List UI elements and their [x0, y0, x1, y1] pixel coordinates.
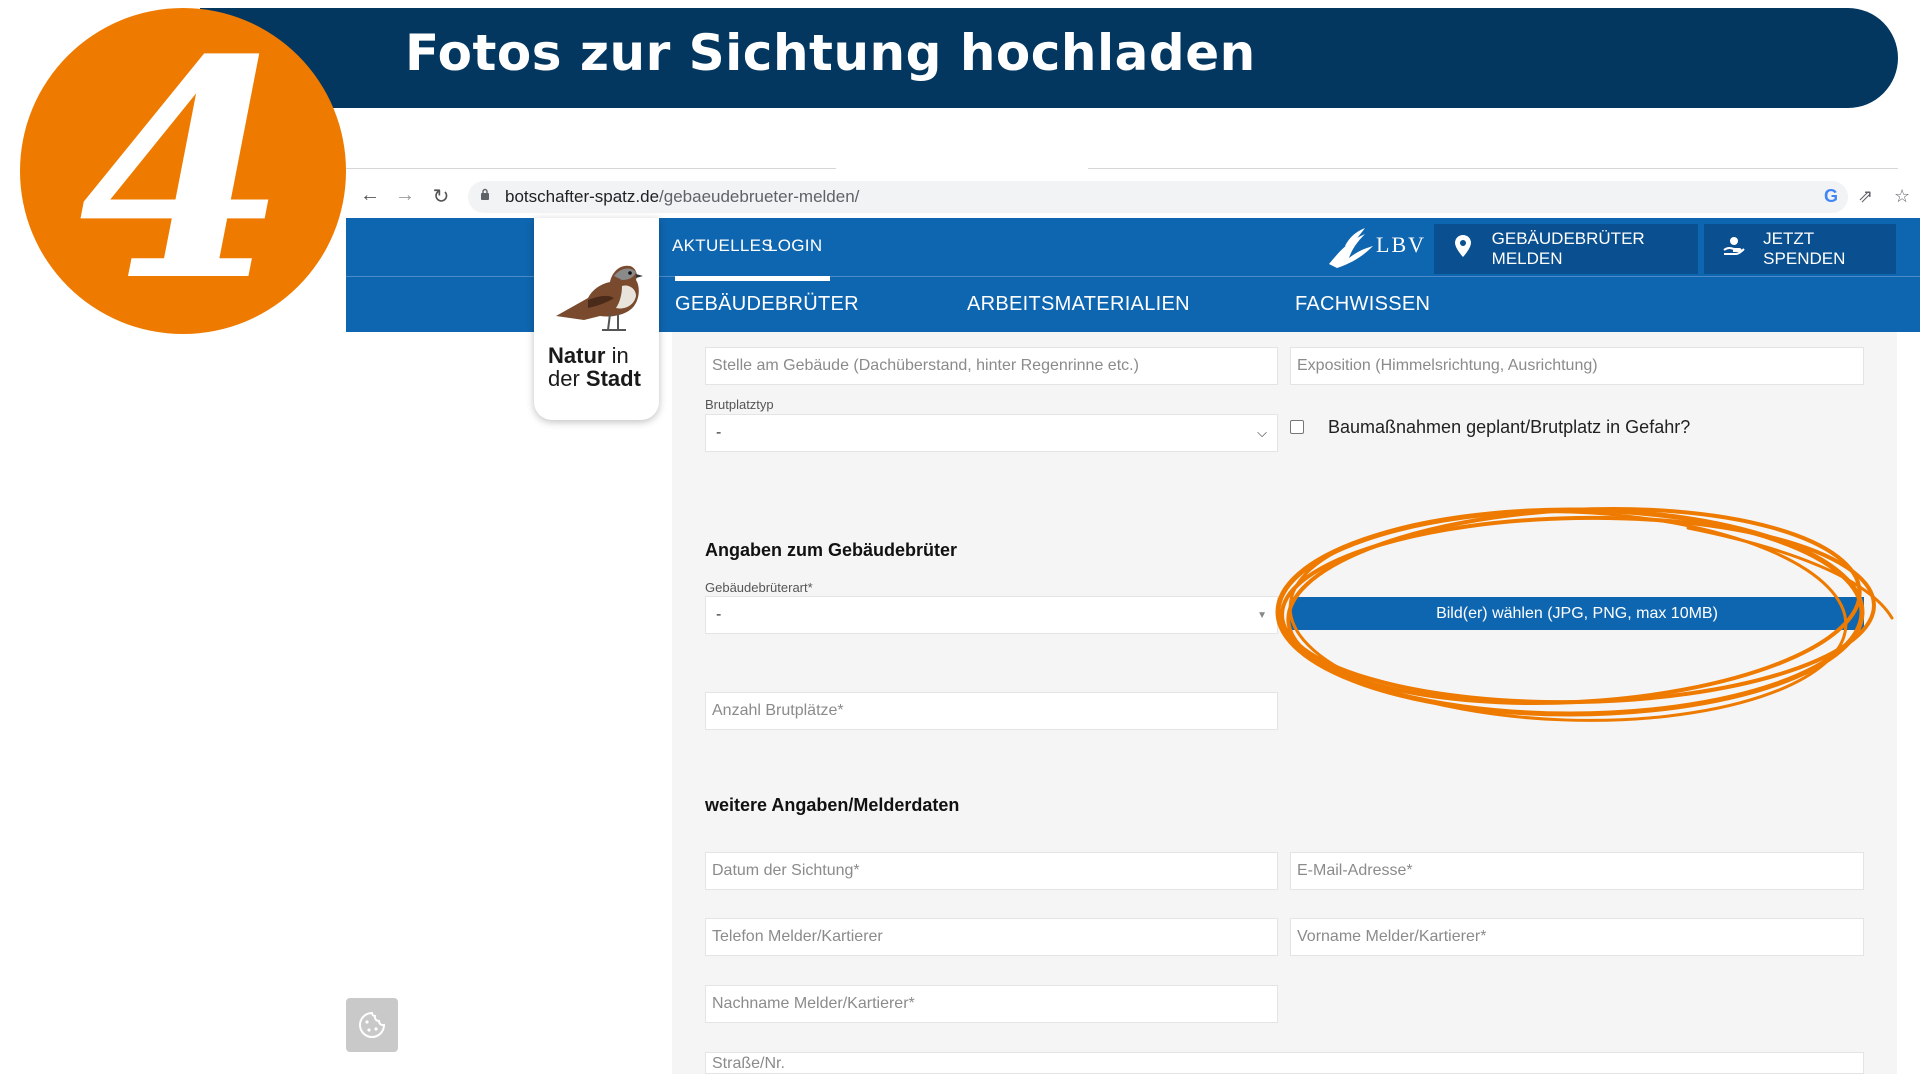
- nav-gebaeudebrueter[interactable]: GEBÄUDEBRÜTER: [675, 293, 859, 316]
- logo-word-natur: Natur: [548, 343, 606, 368]
- donate-hand-icon: [1722, 236, 1745, 262]
- anzahl-brutplaetze-input[interactable]: Anzahl Brutplätze*: [705, 692, 1278, 730]
- exposition-input[interactable]: Exposition (Himmelsrichtung, Ausrichtung…: [1290, 347, 1864, 385]
- nachname-input[interactable]: Nachname Melder/Kartierer*: [705, 985, 1278, 1023]
- cookie-settings-button[interactable]: [346, 998, 398, 1052]
- datum-sichtung-input[interactable]: Datum der Sichtung*: [705, 852, 1278, 890]
- brutplatztyp-select[interactable]: - ⌵: [705, 414, 1278, 452]
- stelle-am-gebaeude-input[interactable]: Stelle am Gebäude (Dachüberstand, hinter…: [705, 347, 1278, 385]
- tab-strip-line: [1088, 168, 1898, 169]
- gebaeudebrueterart-label: Gebäudebrüterart*: [705, 580, 813, 595]
- caret-down-icon: ▼: [1257, 609, 1267, 621]
- cookie-icon: [359, 1011, 386, 1038]
- brutplatztyp-value: -: [716, 424, 722, 441]
- logo-word-in: in: [611, 343, 629, 368]
- arrow-right-icon[interactable]: →: [393, 184, 417, 207]
- section-heading-gebaeudebrueter: Angaben zum Gebäudebrüter: [705, 540, 958, 560]
- section-heading-melderdaten: weitere Angaben/Melderdaten: [705, 795, 960, 815]
- logo-word-stadt: Stadt: [585, 366, 641, 391]
- chevron-down-icon: ⌵: [1257, 425, 1267, 440]
- url-text[interactable]: botschafter-spatz.de/gebaeudebrueter-mel…: [505, 187, 859, 207]
- google-icon[interactable]: G: [1824, 186, 1838, 207]
- lbv-logo-text[interactable]: LBV: [1376, 232, 1426, 258]
- star-icon[interactable]: ☆: [1894, 186, 1910, 207]
- gebaeudebrueterart-select[interactable]: - ▼: [705, 596, 1278, 634]
- donate-button-label: JETZT SPENDEN: [1763, 229, 1846, 268]
- vorname-input[interactable]: Vorname Melder/Kartierer*: [1290, 918, 1864, 956]
- donate-button[interactable]: JETZT SPENDEN: [1704, 224, 1896, 274]
- reload-icon[interactable]: ↻: [429, 184, 453, 209]
- strasse-input[interactable]: Straße/Nr.: [705, 1052, 1864, 1074]
- logo-word-der: der: [548, 366, 580, 391]
- baumassnahmen-label: Baumaßnahmen geplant/Brutplatz in Gefahr…: [1328, 417, 1691, 437]
- arrow-left-icon[interactable]: ←: [358, 184, 382, 207]
- report-gebaeudebrueter-button[interactable]: GEBÄUDEBRÜTER MELDEN: [1434, 224, 1698, 274]
- lock-icon: [481, 188, 489, 200]
- logo-wordmark: Natur in der Stadt: [548, 344, 641, 390]
- banner-title: Fotos zur Sichtung hochladen: [405, 24, 1256, 82]
- email-input[interactable]: E-Mail-Adresse*: [1290, 852, 1864, 890]
- report-button-label: GEBÄUDEBRÜTER MELDEN: [1491, 229, 1645, 268]
- step-number: 4: [78, 0, 288, 347]
- top-link-aktuelles[interactable]: AKTUELLES: [672, 236, 773, 256]
- top-link-login[interactable]: LOGIN: [768, 236, 822, 256]
- telefon-input[interactable]: Telefon Melder/Kartierer: [705, 918, 1278, 956]
- url-path: /gebaeudebrueter-melden/: [659, 187, 860, 206]
- baumassnahmen-checkbox[interactable]: [1290, 420, 1304, 434]
- active-nav-indicator: [675, 276, 830, 281]
- url-domain: botschafter-spatz.de: [505, 187, 660, 206]
- image-upload-button[interactable]: Bild(er) wählen (JPG, PNG, max 10MB): [1290, 597, 1864, 630]
- tab-strip-line: [346, 168, 836, 169]
- share-icon[interactable]: ⇗: [1858, 186, 1873, 207]
- brutplatztyp-label: Brutplatztyp: [705, 397, 774, 412]
- sparrow-logo-icon: [556, 265, 643, 331]
- nav-arbeitsmaterialien[interactable]: ARBEITSMATERIALIEN: [967, 293, 1190, 316]
- nav-fachwissen[interactable]: FACHWISSEN: [1295, 293, 1430, 316]
- gebaeudebrueterart-value: -: [716, 606, 722, 623]
- map-pin-icon: [1452, 235, 1474, 263]
